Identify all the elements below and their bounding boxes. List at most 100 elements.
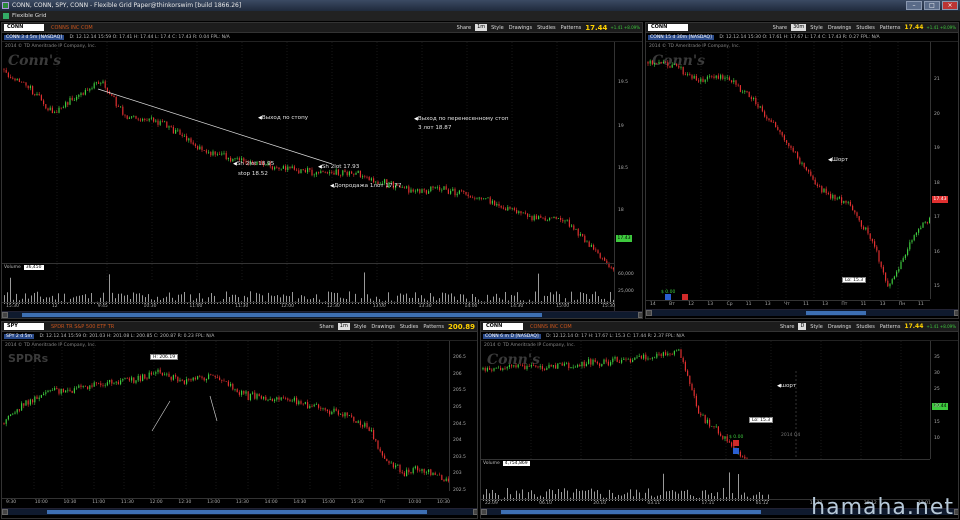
- symbol-selector[interactable]: SPY: [4, 323, 44, 330]
- price-candle: [531, 215, 533, 222]
- price-candle: [333, 170, 335, 175]
- style-button[interactable]: Style: [809, 25, 824, 31]
- daily-price-chart[interactable]: [481, 341, 930, 459]
- share-button[interactable]: Share: [779, 324, 795, 330]
- price-candle: [161, 372, 163, 377]
- price-candle: [560, 215, 562, 223]
- price-candle: [566, 361, 568, 365]
- price-candle: [450, 188, 452, 195]
- price-candle: [594, 358, 596, 363]
- main-price-chart[interactable]: [2, 42, 614, 282]
- price-candle: [60, 107, 62, 110]
- y-tick: 15: [934, 284, 940, 289]
- price-candle: [139, 374, 141, 383]
- share-button[interactable]: Share: [318, 324, 334, 330]
- scroll-right-button[interactable]: [954, 509, 958, 515]
- studies-button[interactable]: Studies: [399, 324, 420, 330]
- patterns-button[interactable]: Patterns: [879, 25, 902, 31]
- price-candle: [252, 391, 254, 395]
- timeframe-selector[interactable]: 1m: [337, 323, 350, 330]
- scroll-thumb[interactable]: [806, 311, 866, 315]
- scroll-thumb[interactable]: [501, 510, 761, 514]
- share-button[interactable]: Share: [456, 25, 472, 31]
- style-button[interactable]: Style: [490, 25, 505, 31]
- drawings-button[interactable]: Drawings: [827, 25, 852, 31]
- dividend-icon[interactable]: [733, 448, 739, 454]
- scroll-right-button[interactable]: [473, 509, 477, 515]
- timeframe-selector[interactable]: 1m: [475, 24, 488, 31]
- patterns-button[interactable]: Patterns: [422, 324, 445, 330]
- top-right-scrollbar[interactable]: [646, 309, 958, 316]
- style-button[interactable]: Style: [809, 324, 824, 330]
- minimize-button[interactable]: –: [906, 1, 922, 10]
- symbol-selector[interactable]: CONN: [4, 24, 44, 31]
- annotation-line[interactable]: [151, 400, 171, 432]
- price-candle: [285, 164, 287, 173]
- price-candle: [144, 373, 146, 380]
- price-candle: [181, 132, 183, 138]
- drawings-button[interactable]: Drawings: [370, 324, 395, 330]
- price-candle: [647, 60, 649, 66]
- spy-price-chart[interactable]: [2, 341, 449, 491]
- main-scrollbar[interactable]: [2, 311, 642, 318]
- price-candle: [489, 365, 491, 370]
- style-button[interactable]: Style: [353, 324, 368, 330]
- price-candle: [849, 200, 851, 207]
- scroll-left-button[interactable]: [2, 312, 8, 318]
- price-candle: [373, 427, 375, 440]
- price-candle: [507, 205, 509, 212]
- price-candle: [188, 378, 190, 382]
- price-candle: [175, 128, 177, 135]
- annotation-short: ◀Шорт: [828, 157, 849, 163]
- volume-pane: Volume 4,754,869: [481, 459, 930, 501]
- spy-scrollbar[interactable]: [2, 508, 477, 515]
- drawings-button[interactable]: Drawings: [508, 25, 533, 31]
- studies-button[interactable]: Studies: [855, 25, 876, 31]
- share-button[interactable]: Share: [772, 25, 788, 31]
- timeframe-selector[interactable]: D: [798, 323, 807, 330]
- price-candle: [386, 458, 388, 462]
- price-candle: [898, 266, 900, 273]
- price-candle: [535, 213, 537, 220]
- price-candle: [38, 395, 40, 402]
- price-candle: [680, 348, 682, 358]
- price-candle: [502, 367, 504, 372]
- symbol-selector[interactable]: CONN: [648, 24, 688, 31]
- price-candle: [348, 170, 350, 177]
- price-candle: [351, 413, 353, 418]
- price-candle: [715, 75, 717, 80]
- maximize-button[interactable]: □: [924, 1, 940, 10]
- annotation-line[interactable]: [209, 395, 218, 422]
- top-right-price-chart[interactable]: [646, 42, 930, 299]
- earnings-icon[interactable]: [733, 440, 739, 446]
- grid-menu-label[interactable]: Flexible Grid: [12, 13, 46, 19]
- close-button[interactable]: ×: [942, 1, 958, 10]
- price-candle: [73, 97, 75, 102]
- price-candle: [656, 62, 658, 65]
- price-candle: [647, 356, 649, 361]
- scroll-left-button[interactable]: [646, 310, 652, 316]
- patterns-button[interactable]: Patterns: [560, 25, 583, 31]
- scroll-right-button[interactable]: [954, 310, 958, 316]
- patterns-button[interactable]: Patterns: [879, 324, 902, 330]
- studies-button[interactable]: Studies: [536, 25, 557, 31]
- price-candle: [634, 357, 636, 361]
- drawings-button[interactable]: Drawings: [827, 324, 852, 330]
- scroll-thumb[interactable]: [22, 313, 542, 317]
- studies-button[interactable]: Studies: [855, 324, 876, 330]
- y-tick: 15: [934, 419, 940, 425]
- scroll-thumb[interactable]: [47, 510, 427, 514]
- price-candle: [67, 387, 69, 393]
- scroll-left-button[interactable]: [481, 509, 487, 515]
- y-tick: 205.5: [453, 388, 466, 394]
- timeframe-selector[interactable]: 30m: [791, 24, 807, 31]
- chart-symbol-label: SPY 2 d 5m: [4, 334, 35, 339]
- price-candle: [744, 89, 746, 94]
- scroll-right-button[interactable]: [638, 312, 642, 318]
- price-candle: [322, 407, 324, 411]
- price-candle: [845, 200, 847, 205]
- price-candle: [713, 425, 715, 429]
- price-candle: [153, 117, 155, 123]
- symbol-selector[interactable]: CONN: [483, 323, 523, 330]
- scroll-left-button[interactable]: [2, 509, 8, 515]
